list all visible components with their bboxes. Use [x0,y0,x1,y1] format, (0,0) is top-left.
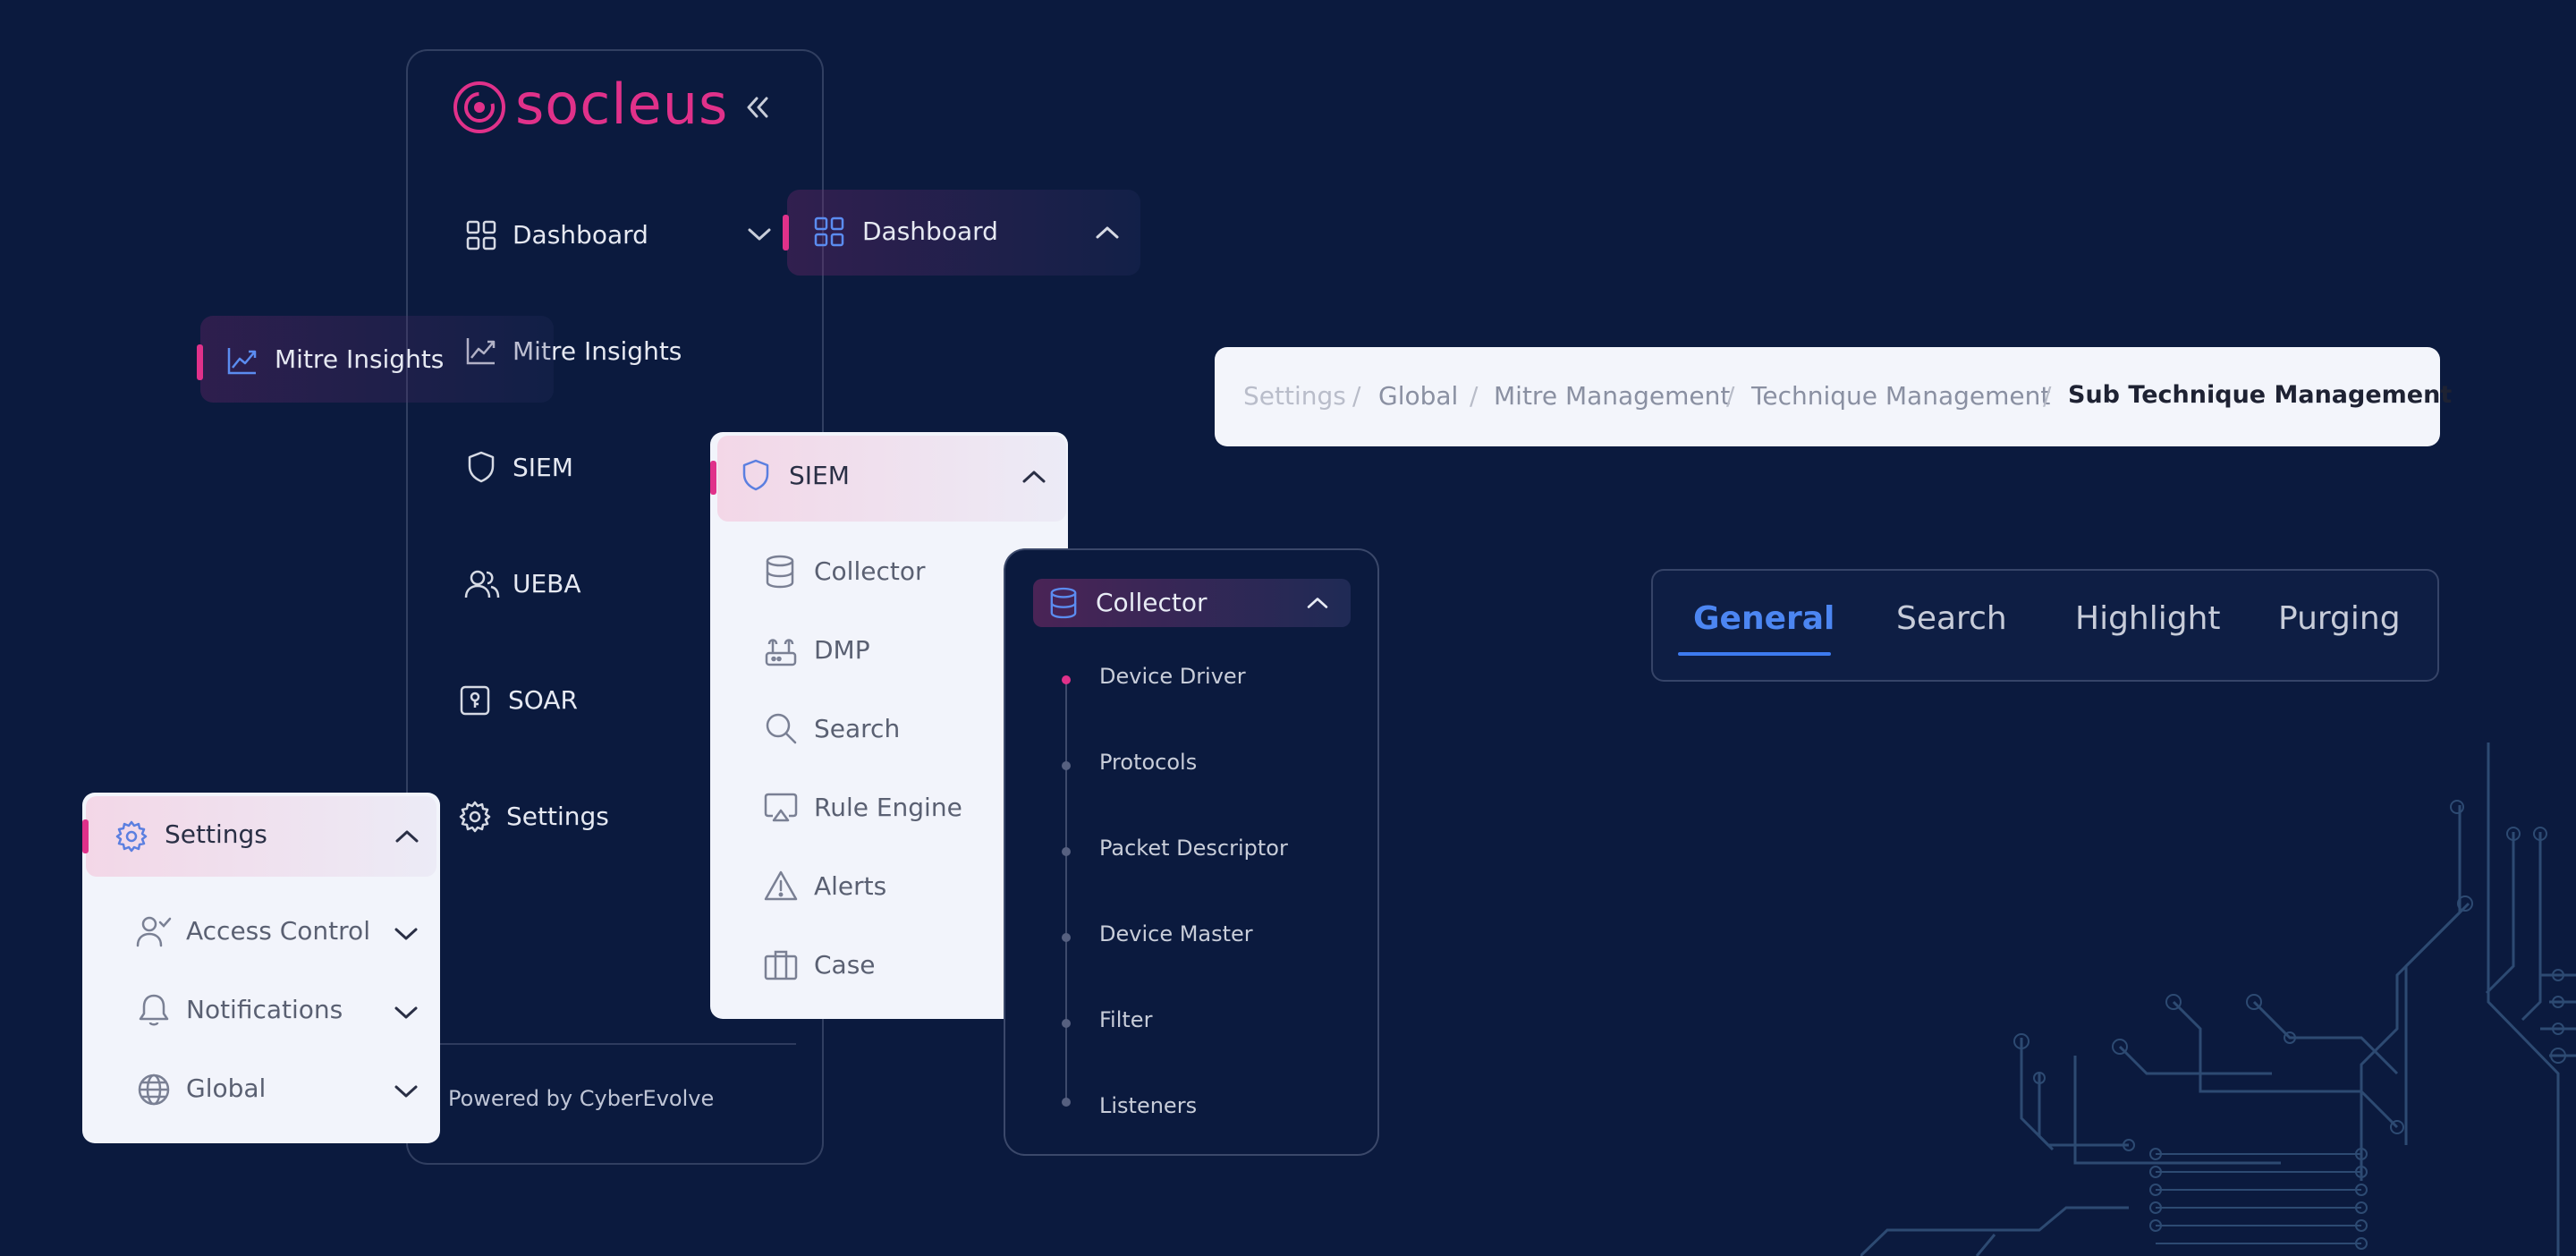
gear-icon [459,801,491,833]
collector-item-device-driver[interactable]: Device Driver [1099,664,1246,689]
tree-dot [1062,761,1071,770]
grid-icon [814,216,844,247]
siem-item-label: DMP [814,635,870,665]
active-indicator [783,215,789,250]
settings-item-notifications[interactable]: Notifications [134,991,420,1031]
breadcrumb-separator: / [1470,381,1479,411]
briefcase-icon [764,950,798,980]
collector-tree-line [1065,678,1067,1104]
siem-item-label: Rule Engine [814,793,962,822]
warning-icon [764,870,798,901]
breadcrumb-item-settings[interactable]: Settings [1243,381,1346,411]
collector-item-packet-descriptor[interactable]: Packet Descriptor [1099,836,1288,861]
chevron-up-icon [1307,598,1328,608]
monitor-icon [764,793,798,822]
socleus-logo-icon [453,81,505,133]
tree-dot-active [1062,675,1071,684]
user-check-icon [136,916,172,947]
tree-dot [1062,1098,1071,1107]
mitre-popup-label: Mitre Insights [275,344,445,374]
dashboard-popup-label: Dashboard [862,216,998,246]
shield-icon [468,451,495,483]
sidebar-item-label: Dashboard [513,220,648,250]
globe-icon [138,1074,170,1106]
siem-item-label: Search [814,714,901,743]
chart-line-icon [227,348,257,375]
active-tab-underline [1678,652,1831,656]
siem-item-label: Alerts [814,871,887,901]
chevron-down-icon [748,228,771,241]
chevron-up-icon [1022,471,1046,483]
sidebar-item-dashboard[interactable]: Dashboard [461,215,774,256]
siem-item-case[interactable]: Case [760,946,1029,986]
sidebar-item-label: UEBA [513,569,581,598]
collector-item-filter[interactable]: Filter [1099,1007,1152,1032]
settings-item-label: Global [186,1074,267,1103]
breadcrumb-item-technique-management[interactable]: Technique Management [1751,381,2050,411]
siem-item-collector[interactable]: Collector [760,553,1029,592]
tab-general[interactable]: General [1693,600,1835,637]
dashboard-expanded-item[interactable]: Dashboard [783,190,1140,276]
siem-item-label: Collector [814,556,926,586]
users-icon [464,570,500,598]
database-icon [766,555,794,589]
settings-item-global[interactable]: Global [134,1070,420,1109]
mitre-insights-expanded-item[interactable]: Mitre Insights [197,316,554,403]
sidebar-divider [440,1043,796,1045]
breadcrumb-separator: / [1726,381,1735,411]
chevron-up-icon [1096,226,1119,239]
chevron-down-icon [394,1085,418,1098]
collector-item-protocols[interactable]: Protocols [1099,750,1197,775]
tab-purging[interactable]: Purging [2278,600,2401,637]
active-indicator [82,819,89,853]
siem-item-alerts[interactable]: Alerts [760,868,1029,907]
settings-item-label: Notifications [186,995,343,1024]
brand-logo-text: socleus [515,72,729,137]
settings-item-label: Access Control [186,916,370,946]
bell-icon [139,994,169,1026]
collector-item-listeners[interactable]: Listeners [1099,1093,1197,1118]
shield-icon [742,459,769,491]
grid-icon [466,220,496,250]
tab-highlight[interactable]: Highlight [2075,600,2221,637]
sidebar-item-label: SIEM [513,453,573,482]
breadcrumb-item-current: Sub Technique Management [2068,381,2453,409]
circuit-decoration [1860,743,2576,1256]
breadcrumb-separator: / [1352,381,1361,411]
collector-submenu-header[interactable]: Collector [1033,579,1351,627]
tree-dot [1062,847,1071,856]
siem-submenu-title: SIEM [789,461,850,490]
siem-item-rule-engine[interactable]: Rule Engine [760,789,1029,828]
collector-item-device-master[interactable]: Device Master [1099,921,1253,946]
settings-item-access-control[interactable]: Access Control [134,912,420,952]
siem-item-label: Case [814,950,876,980]
breadcrumb-item-global[interactable]: Global [1378,381,1458,411]
database-icon [1050,587,1077,619]
chevron-down-icon [394,1006,418,1019]
sidebar-footer: Powered by CyberEvolve [448,1086,715,1111]
sidebar-item-label: Settings [506,802,609,831]
active-indicator [710,461,716,495]
breadcrumb-item-mitre-management[interactable]: Mitre Management [1494,381,1730,411]
active-indicator [197,344,203,380]
search-icon [766,713,797,744]
siem-submenu-header[interactable]: SIEM [710,436,1066,522]
chevron-up-icon [395,830,419,843]
double-chevron-left-icon[interactable] [744,95,771,120]
collector-submenu-title: Collector [1096,588,1208,617]
tab-search[interactable]: Search [1896,600,2007,637]
chevron-down-icon [394,928,418,940]
settings-submenu-title: Settings [165,819,267,849]
settings-submenu-header[interactable]: Settings [82,796,436,877]
tree-dot [1062,933,1071,942]
tree-dot [1062,1019,1071,1028]
sidebar-item-label: SOAR [508,685,578,715]
gear-icon [115,820,148,853]
siem-item-search[interactable]: Search [760,710,1029,750]
breadcrumb-separator: / [2043,381,2052,411]
lock-box-icon [460,685,490,716]
router-icon [765,639,797,666]
siem-item-dmp[interactable]: DMP [760,632,1029,671]
